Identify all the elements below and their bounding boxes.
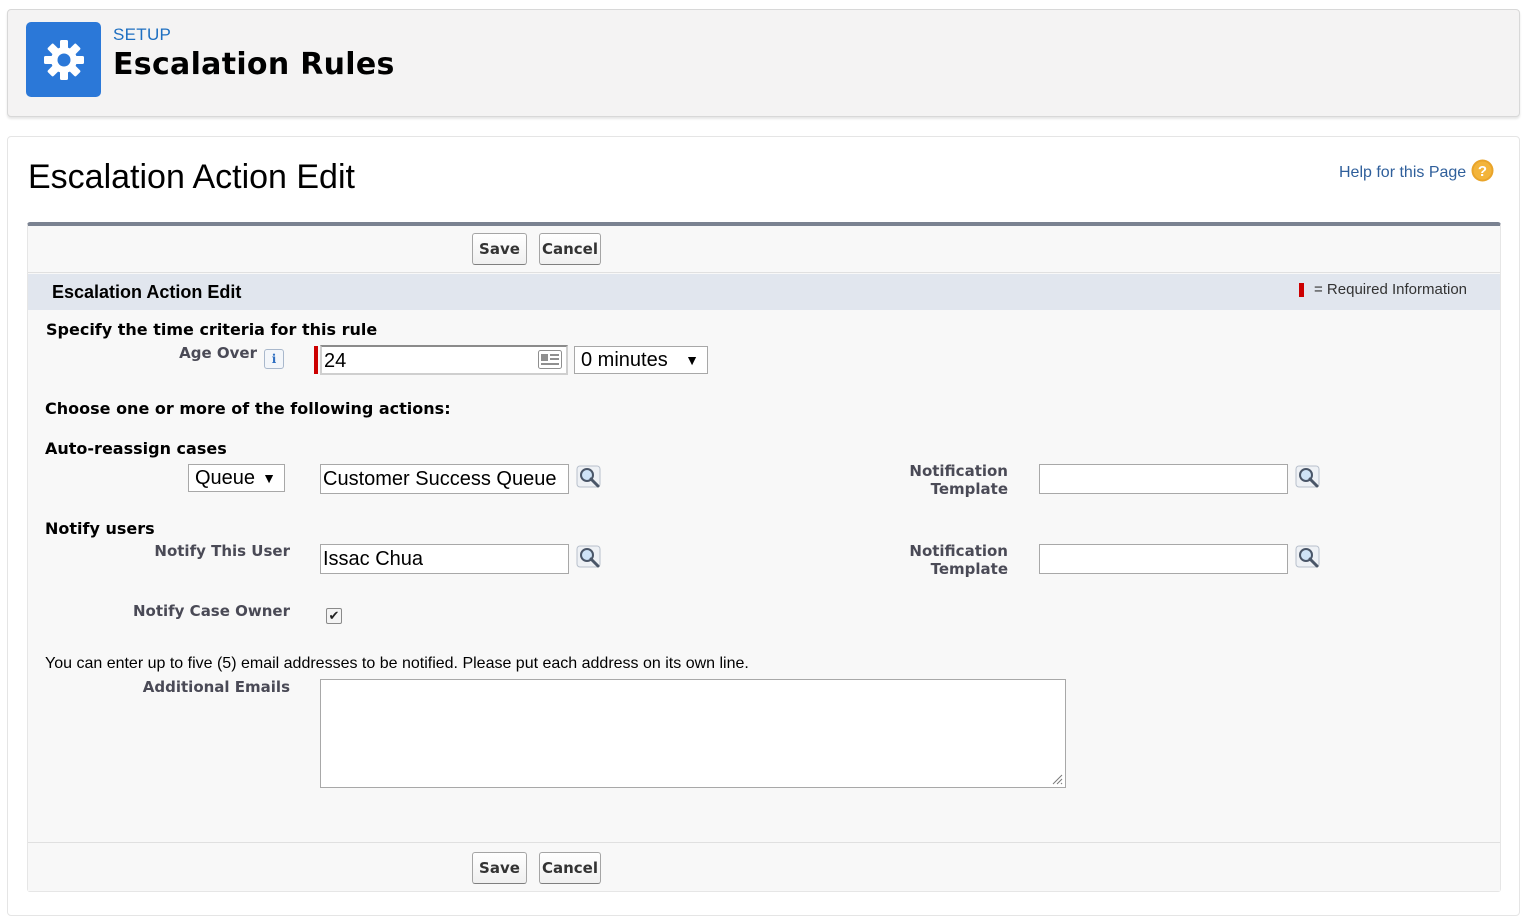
- save-button-top[interactable]: Save: [472, 233, 527, 265]
- lookup-icon[interactable]: [576, 544, 602, 570]
- lookup-icon[interactable]: [1295, 464, 1321, 490]
- age-over-label: Age Over: [179, 344, 257, 362]
- header-title: Escalation Rules: [113, 47, 395, 82]
- assignee-type-select[interactable]: Queue ▼: [188, 464, 285, 492]
- notify-user-label: Notify This User: [154, 542, 290, 560]
- additional-emails-textarea[interactable]: [320, 679, 1066, 788]
- resize-grip-icon[interactable]: [1052, 774, 1063, 785]
- lookup-icon[interactable]: [576, 464, 602, 490]
- reassign-template-input[interactable]: [1039, 464, 1288, 494]
- question-icon[interactable]: ?: [1471, 159, 1494, 182]
- reassign-heading: Auto-reassign cases: [45, 439, 227, 458]
- assignee-input[interactable]: Customer Success Queue: [320, 464, 569, 494]
- svg-text:?: ?: [1478, 163, 1487, 180]
- additional-emails-label: Additional Emails: [142, 678, 290, 696]
- info-icon[interactable]: i: [264, 349, 284, 369]
- reassign-template-label: Notification Template: [909, 462, 1008, 498]
- notify-case-owner-checkbox[interactable]: ✔: [326, 608, 342, 624]
- page-title: Escalation Action Edit: [28, 158, 355, 196]
- emails-helper-text: You can enter up to five (5) email addre…: [45, 655, 749, 672]
- minutes-select-value: 0 minutes: [581, 349, 668, 371]
- actions-heading: Choose one or more of the following acti…: [45, 399, 451, 418]
- checkmark-icon: ✔: [328, 608, 340, 623]
- required-marker: [1299, 283, 1304, 297]
- notify-template-label: Notification Template: [909, 542, 1008, 578]
- header-eyebrow: SETUP: [113, 25, 172, 44]
- chevron-down-icon: ▼: [262, 470, 276, 486]
- required-legend: = Required Information: [1314, 281, 1468, 298]
- notify-heading: Notify users: [45, 519, 155, 538]
- save-button-bottom[interactable]: Save: [472, 852, 527, 884]
- minutes-select[interactable]: 0 minutes ▼: [574, 346, 708, 374]
- notify-template-input[interactable]: [1039, 544, 1288, 574]
- time-criteria-heading: Specify the time criteria for this rule: [46, 320, 378, 339]
- chevron-down-icon: ▼: [685, 352, 699, 368]
- cancel-button-top[interactable]: Cancel: [539, 233, 601, 265]
- assignee-type-value: Queue: [195, 467, 256, 489]
- notify-case-owner-label: Notify Case Owner: [132, 602, 290, 620]
- age-over-input[interactable]: 24: [320, 345, 568, 375]
- divider: [28, 272, 1500, 273]
- required-indicator: [314, 346, 318, 374]
- lookup-icon[interactable]: [1295, 544, 1321, 570]
- section-title: Escalation Action Edit: [52, 282, 242, 302]
- gear-icon: [26, 22, 101, 97]
- cancel-button-bottom[interactable]: Cancel: [539, 852, 601, 884]
- section-header: [28, 274, 1500, 310]
- help-link[interactable]: Help for this Page: [1339, 164, 1466, 182]
- notify-user-input[interactable]: Issac Chua: [320, 544, 569, 574]
- bottom-button-bar: [28, 843, 1500, 891]
- setup-header: SETUP Escalation Rules: [7, 9, 1520, 117]
- field-options-icon[interactable]: [538, 350, 562, 369]
